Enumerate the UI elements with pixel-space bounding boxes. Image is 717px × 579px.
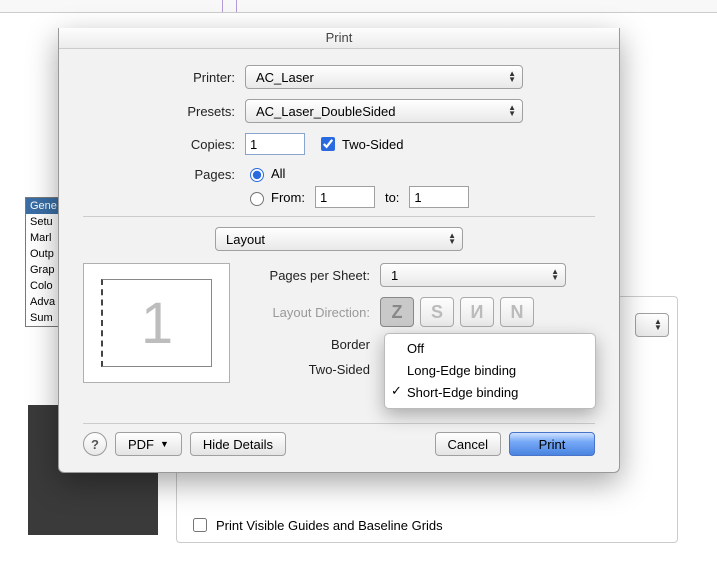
guide-vertical-2 <box>236 0 237 12</box>
pages-to-input[interactable] <box>409 186 469 208</box>
bg-category-item: Grap <box>26 262 59 278</box>
pages-per-sheet-value: 1 <box>391 268 398 283</box>
guide-vertical-1 <box>222 0 223 12</box>
layout-direction-label: Layout Direction: <box>252 305 380 320</box>
layout-direction-n-icon[interactable]: И <box>460 297 494 327</box>
pages-from-input[interactable] <box>315 186 375 208</box>
copies-input[interactable] <box>245 133 305 155</box>
pages-label: Pages: <box>83 165 245 182</box>
chevrons-icon: ▲▼ <box>508 105 516 117</box>
border-label: Border <box>252 337 380 352</box>
printer-value: AC_Laser <box>256 70 314 85</box>
bg-print-visible-guides-checkbox[interactable] <box>193 518 207 532</box>
chevrons-icon: ▲▼ <box>448 233 456 245</box>
two-sided-row-label: Two-Sided <box>252 362 380 377</box>
copies-label: Copies: <box>83 137 245 152</box>
help-button[interactable]: ? <box>83 432 107 456</box>
bg-category-item: Marl <box>26 230 59 246</box>
pages-per-sheet-label: Pages per Sheet: <box>252 268 380 283</box>
layout-direction-nn-icon[interactable]: N <box>500 297 534 327</box>
layout-direction-group: Z S И N <box>380 297 534 327</box>
printer-label: Printer: <box>83 70 245 85</box>
two-sided-option-short-edge[interactable]: Short-Edge binding <box>385 382 595 404</box>
pages-per-sheet-select[interactable]: 1 ▲▼ <box>380 263 566 287</box>
bg-category-item: Gene <box>26 198 59 214</box>
two-sided-label: Two-Sided <box>342 137 403 152</box>
layout-preview-page-number: 1 <box>101 279 212 367</box>
pages-from-radio[interactable] <box>250 192 264 206</box>
layout-direction-z-icon[interactable]: Z <box>380 297 414 327</box>
chevrons-icon: ▲▼ <box>508 71 516 83</box>
pages-all-label: All <box>271 166 285 181</box>
pdf-menu-button[interactable]: PDF ▼ <box>115 432 182 456</box>
pages-from-label: From: <box>271 190 305 205</box>
layout-preview: 1 <box>83 263 230 383</box>
bg-category-item: Sum <box>26 310 59 326</box>
bg-category-item: Colo <box>26 278 59 294</box>
section-value: Layout <box>226 232 265 247</box>
chevrons-icon: ▲▼ <box>551 269 559 281</box>
bg-category-item: Setu <box>26 214 59 230</box>
pdf-menu-label: PDF <box>128 437 154 452</box>
dialog-title: Print <box>59 28 619 49</box>
divider <box>83 216 595 217</box>
two-sided-option-off[interactable]: Off <box>385 338 595 360</box>
bg-category-item: Adva <box>26 294 59 310</box>
section-select[interactable]: Layout ▲▼ <box>215 227 463 251</box>
bg-category-item: Outp <box>26 246 59 262</box>
two-sided-checkbox[interactable] <box>321 137 335 151</box>
presets-value: AC_Laser_DoubleSided <box>256 104 395 119</box>
bg-print-visible-guides-label: Print Visible Guides and Baseline Grids <box>216 518 443 533</box>
two-sided-option-long-edge[interactable]: Long-Edge binding <box>385 360 595 382</box>
chevrons-icon: ▲▼ <box>654 319 662 331</box>
print-button[interactable]: Print <box>509 432 595 456</box>
presets-label: Presets: <box>83 104 245 119</box>
hide-details-button[interactable]: Hide Details <box>190 432 286 456</box>
cancel-button[interactable]: Cancel <box>435 432 501 456</box>
bg-stepper-1: ▲▼ <box>635 313 669 337</box>
presets-select[interactable]: AC_Laser_DoubleSided ▲▼ <box>245 99 523 123</box>
bg-print-visible-guides-row: Print Visible Guides and Baseline Grids <box>189 515 443 535</box>
ruler-bar <box>0 0 717 13</box>
pages-all-radio[interactable] <box>250 168 264 182</box>
pages-to-label: to: <box>385 190 399 205</box>
printer-select[interactable]: AC_Laser ▲▼ <box>245 65 523 89</box>
layout-direction-s-icon[interactable]: S <box>420 297 454 327</box>
print-label: Print <box>539 437 566 452</box>
cancel-label: Cancel <box>448 437 488 452</box>
hide-details-label: Hide Details <box>203 437 273 452</box>
chevron-down-icon: ▼ <box>160 439 169 449</box>
two-sided-dropdown-menu: Off Long-Edge binding Short-Edge binding <box>384 333 596 409</box>
bg-category-list: Gene Setu Marl Outp Grap Colo Adva Sum <box>25 197 60 327</box>
